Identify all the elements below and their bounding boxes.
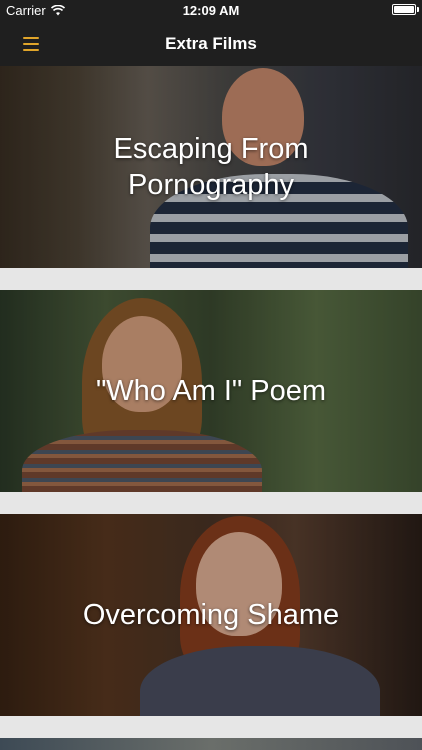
film-list: Escaping From Pornography "Who Am I" Poe… <box>0 66 422 750</box>
film-thumbnail <box>0 738 422 750</box>
status-time: 12:09 AM <box>182 3 240 18</box>
battery-icon <box>392 4 419 15</box>
film-title: Overcoming Shame <box>82 599 340 631</box>
status-bar: Carrier 12:09 AM <box>0 0 422 22</box>
film-card-who-am-i-poem[interactable]: "Who Am I" Poem <box>0 290 422 492</box>
film-card-escaping-from-pornography[interactable]: Escaping From Pornography <box>0 66 422 268</box>
page-title: Extra Films <box>165 34 257 53</box>
navigation-bar: Extra Films <box>0 22 422 66</box>
film-card-overcoming-shame[interactable]: Overcoming Shame <box>0 514 422 716</box>
film-title: "Who Am I" Poem <box>95 375 327 407</box>
status-right <box>392 4 419 15</box>
film-title: Escaping From Pornography <box>113 133 309 201</box>
film-card-partial[interactable] <box>0 738 422 750</box>
